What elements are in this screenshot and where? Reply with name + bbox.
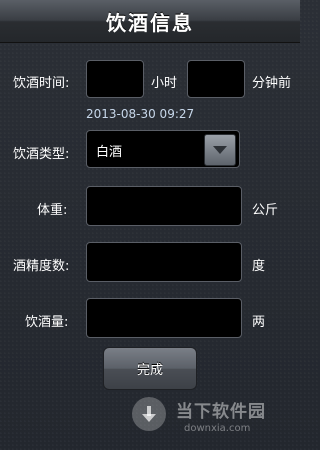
minutes-input[interactable] <box>187 60 245 98</box>
minutes-unit: 分钟前 <box>252 76 292 91</box>
title-bar: 饮酒信息 <box>0 0 300 43</box>
hours-input[interactable] <box>86 60 144 98</box>
abv-input[interactable] <box>86 242 242 282</box>
amount-unit: 两 <box>252 315 266 330</box>
drink-time-label: 饮酒时间: <box>13 76 70 91</box>
hours-unit: 小时 <box>151 76 178 91</box>
drink-type-select[interactable]: 白酒 <box>86 130 240 168</box>
watermark-url: downxia.com <box>184 423 251 434</box>
abv-label: 酒精度数: <box>13 259 70 274</box>
watermark-name: 当下软件园 <box>176 402 266 422</box>
weight-label: 体重: <box>37 203 68 218</box>
drink-type-value: 白酒 <box>96 145 123 160</box>
download-icon <box>132 397 166 431</box>
drink-type-label: 饮酒类型: <box>13 147 70 162</box>
watermark: 当下软件园 downxia.com <box>132 395 292 445</box>
page-title: 饮酒信息 <box>106 10 194 35</box>
timestamp-text: 2013-08-30 09:27 <box>86 107 195 121</box>
weight-unit: 公斤 <box>252 203 279 218</box>
dropdown-arrow-icon[interactable] <box>204 134 236 166</box>
weight-input[interactable] <box>86 186 242 226</box>
amount-input[interactable] <box>86 298 242 338</box>
done-button[interactable]: 完成 <box>103 347 197 390</box>
amount-label: 饮酒量: <box>25 315 69 330</box>
abv-unit: 度 <box>252 259 266 274</box>
